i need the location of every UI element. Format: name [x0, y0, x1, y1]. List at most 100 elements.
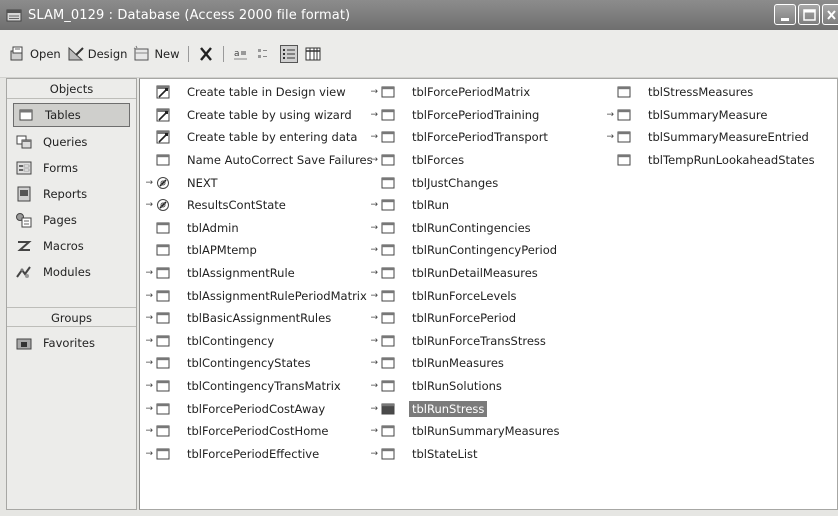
small-icons-button[interactable] — [253, 43, 277, 65]
delete-button[interactable] — [194, 43, 218, 65]
linked-object-icon — [154, 176, 172, 190]
list-item[interactable]: → tblRunContingencyPeriod — [368, 239, 563, 262]
list-item[interactable]: → tblRunContingencies — [368, 217, 563, 240]
list-item[interactable]: → tblContingency — [143, 330, 376, 353]
sidebar-item-forms[interactable]: Forms — [7, 155, 136, 181]
list-item[interactable]: tblStressMeasures — [604, 81, 818, 104]
list-item-label: Create table by entering data — [187, 130, 358, 145]
open-button[interactable]: Open — [6, 43, 64, 65]
list-item[interactable]: → tblRunDetailMeasures — [368, 262, 563, 285]
linked-table-arrow-icon: → — [370, 313, 378, 324]
list-item[interactable]: → tblForcePeriodTraining — [368, 104, 563, 127]
linked-table-arrow-icon: → — [370, 200, 378, 211]
table-icon — [379, 402, 397, 416]
table-icon — [154, 266, 172, 280]
list-column: → tblForcePeriodMatrix → tblForcePeriodTrai… — [368, 81, 563, 465]
list-item[interactable]: → tblStateList — [368, 443, 563, 466]
maximize-button[interactable] — [798, 4, 820, 25]
list-item[interactable]: tblJustChanges — [368, 171, 563, 194]
database-window-body: Objects Tables Queries Forms Reports Pag… — [6, 78, 838, 512]
svg-text:a: a — [234, 49, 240, 59]
list-item[interactable]: → tblRun — [368, 194, 563, 217]
list-column: Create table in Design view Create table … — [143, 81, 376, 465]
sidebar-item-queries[interactable]: Queries — [7, 129, 136, 155]
list-item[interactable]: tblTempRunLookaheadStates — [604, 149, 818, 172]
list-item[interactable]: → tblRunSolutions — [368, 375, 563, 398]
groups-header[interactable]: Groups — [7, 307, 136, 327]
table-icon — [379, 221, 397, 235]
table-icon — [154, 243, 172, 257]
new-label: New — [154, 47, 180, 61]
large-icons-button[interactable]: a — [229, 43, 253, 65]
list-item[interactable]: → tblForcePeriodTransport — [368, 126, 563, 149]
list-item-label: tblContingencyTransMatrix — [187, 379, 341, 394]
list-item[interactable]: Create table in Design view — [143, 81, 376, 104]
list-item[interactable]: → tblRunSummaryMeasures — [368, 420, 563, 443]
list-item[interactable]: → tblRunForcePeriod — [368, 307, 563, 330]
list-item[interactable]: → tblSummaryMeasure — [604, 104, 818, 127]
sidebar-item-macros[interactable]: Macros — [7, 233, 136, 259]
list-item[interactable]: → tblBasicAssignmentRules — [143, 307, 376, 330]
list-item[interactable]: → tblAssignmentRulePeriodMatrix — [143, 284, 376, 307]
list-item[interactable]: → tblContingencyStates — [143, 352, 376, 375]
list-item-label: ResultsContState — [187, 198, 286, 213]
table-icon — [379, 153, 397, 167]
table-icon — [154, 311, 172, 325]
list-item[interactable]: Create table by using wizard — [143, 104, 376, 127]
design-button[interactable]: Design — [64, 43, 131, 65]
table-icon — [154, 447, 172, 461]
list-item[interactable]: → NEXT — [143, 171, 376, 194]
sidebar-item-favorites[interactable]: Favorites — [7, 330, 136, 356]
list-item[interactable]: Name AutoCorrect Save Failures — [143, 149, 376, 172]
linked-table-arrow-icon: → — [145, 177, 153, 188]
list-item-label: tblRunDetailMeasures — [412, 266, 538, 281]
linked-table-arrow-icon: → — [370, 222, 378, 233]
list-item-label: Create table by using wizard — [187, 107, 352, 122]
list-item[interactable]: → tblRunMeasures — [368, 352, 563, 375]
macro-icon — [15, 238, 33, 254]
table-icon — [17, 107, 35, 123]
query-icon — [15, 134, 33, 150]
table-icon — [154, 153, 172, 167]
list-view-button[interactable] — [277, 43, 301, 65]
details-view-button[interactable] — [301, 43, 325, 65]
list-item[interactable]: → tblSummaryMeasureEntried — [604, 126, 818, 149]
list-item[interactable]: tblAdmin — [143, 217, 376, 240]
list-item[interactable]: → tblForces — [368, 149, 563, 172]
list-item[interactable]: → tblRunForceTransStress — [368, 330, 563, 353]
sidebar-item-tables[interactable]: Tables — [13, 103, 130, 127]
list-item[interactable]: → tblAssignmentRule — [143, 262, 376, 285]
list-item-label: tblTempRunLookaheadStates — [648, 153, 815, 168]
title-bar[interactable]: SLAM_0129 : Database (Access 2000 file f… — [0, 0, 838, 30]
wizard-icon — [154, 130, 172, 144]
list-item[interactable]: tblAPMtemp — [143, 239, 376, 262]
list-item[interactable]: → tblForcePeriodEffective — [143, 443, 376, 466]
sidebar-item-pages[interactable]: Pages — [7, 207, 136, 233]
list-item[interactable]: Create table by entering data — [143, 126, 376, 149]
sidebar-item-reports[interactable]: Reports — [7, 181, 136, 207]
list-item[interactable]: → tblContingencyTransMatrix — [143, 375, 376, 398]
sidebar-item-label: Forms — [43, 161, 78, 175]
details-icon — [304, 45, 322, 63]
list-item-label: tblRunForcePeriod — [412, 311, 517, 326]
linked-table-arrow-icon: → — [370, 448, 378, 459]
linked-table-arrow-icon: → — [370, 358, 378, 369]
list-item[interactable]: → tblRunStress — [368, 397, 563, 420]
objects-header[interactable]: Objects — [7, 79, 136, 99]
linked-table-arrow-icon: → — [370, 132, 378, 143]
list-item-label: tblRun — [412, 198, 450, 213]
sidebar-item-modules[interactable]: Modules — [7, 259, 136, 285]
list-item[interactable]: → tblForcePeriodCostHome — [143, 420, 376, 443]
minimize-button[interactable] — [774, 4, 796, 25]
list-item[interactable]: → tblRunForceLevels — [368, 284, 563, 307]
list-item[interactable]: → tblForcePeriodMatrix — [368, 81, 563, 104]
list-item-label: tblForcePeriodTraining — [412, 107, 540, 122]
linked-object-icon — [154, 198, 172, 212]
list-item[interactable]: → tblForcePeriodCostAway — [143, 397, 376, 420]
large-icons-icon: a — [232, 45, 250, 63]
object-list[interactable]: Create table in Design view Create table … — [139, 78, 838, 510]
new-button[interactable]: New — [130, 43, 182, 65]
close-button[interactable] — [822, 4, 838, 25]
list-item[interactable]: → ResultsContState — [143, 194, 376, 217]
list-item-label: tblRunSolutions — [412, 379, 502, 394]
